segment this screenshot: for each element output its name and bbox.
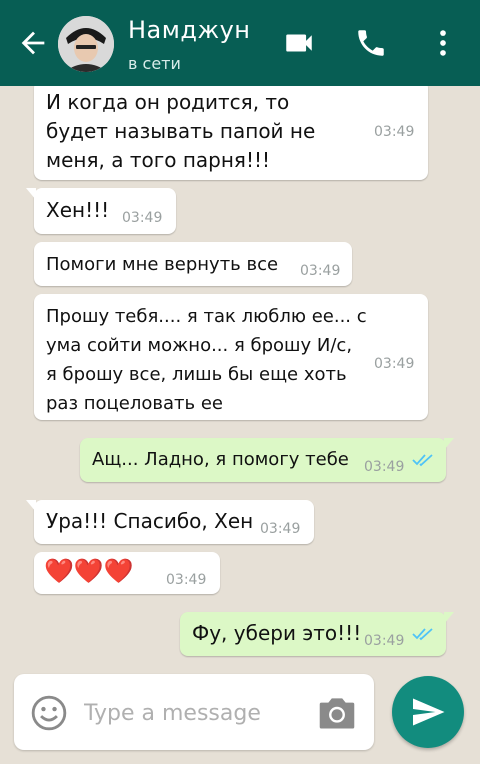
camera-icon[interactable] (316, 694, 358, 732)
avatar[interactable] (58, 16, 114, 72)
contact-status: в сети (128, 54, 181, 73)
message-incoming[interactable]: ❤️❤️❤️ 03:49 (34, 552, 220, 594)
bubble-tail (26, 500, 36, 512)
message-text: Ура!!! Спасибо, Хен (46, 509, 254, 533)
message-text: Фу, убери это!!! (192, 621, 362, 645)
message-composer (14, 674, 374, 750)
message-text: И когда он родится, то будет называть па… (46, 90, 316, 172)
video-call-icon[interactable] (282, 26, 316, 60)
message-text: Ащ... Ладно, я помогу тебе (92, 449, 349, 470)
message-incoming[interactable]: Ура!!! Спасибо, Хен 03:49 (26, 500, 314, 544)
chat-header: Намджун в сети (0, 0, 480, 86)
read-ticks-icon (412, 628, 433, 641)
message-text: Хен!!! (46, 198, 110, 222)
message-text: Помоги мне вернуть все (46, 254, 279, 275)
bubble-tail (444, 612, 454, 624)
message-time: 03:49 (364, 633, 405, 649)
message-emoji: ❤️❤️❤️ (44, 557, 134, 585)
message-list[interactable]: И когда он родится, то будет называть па… (0, 86, 480, 666)
bubble-tail (444, 438, 454, 450)
phone-icon[interactable] (354, 26, 388, 60)
message-outgoing[interactable]: Ащ... Ладно, я помогу тебе 03:49 (80, 438, 454, 482)
message-time: 03:49 (300, 263, 341, 279)
more-options-icon[interactable] (426, 26, 460, 60)
back-arrow-icon[interactable] (16, 26, 50, 60)
message-incoming[interactable]: Прошу тебя.... я так люблю ее... с ума с… (34, 294, 428, 420)
message-incoming[interactable]: Помоги мне вернуть все 03:49 (34, 242, 352, 286)
message-text: Прошу тебя.... я так люблю ее... с ума с… (46, 306, 367, 414)
message-incoming[interactable]: И когда он родится, то будет называть па… (34, 86, 428, 180)
message-time: 03:49 (374, 356, 415, 372)
message-time: 03:49 (364, 459, 405, 475)
bubble-tail (26, 188, 36, 200)
message-incoming[interactable]: Хен!!! 03:49 (26, 188, 176, 234)
message-time: 03:49 (166, 572, 207, 588)
message-input[interactable] (84, 692, 294, 734)
message-time: 03:49 (260, 521, 301, 537)
send-icon (413, 698, 445, 726)
message-time: 03:49 (122, 210, 163, 226)
contact-name[interactable]: Намджун (128, 16, 250, 44)
message-outgoing[interactable]: Фу, убери это!!! 03:49 (180, 612, 454, 656)
read-ticks-icon (412, 454, 433, 467)
send-button[interactable] (392, 676, 464, 748)
message-time: 03:49 (374, 124, 415, 140)
emoji-icon[interactable] (30, 694, 68, 732)
